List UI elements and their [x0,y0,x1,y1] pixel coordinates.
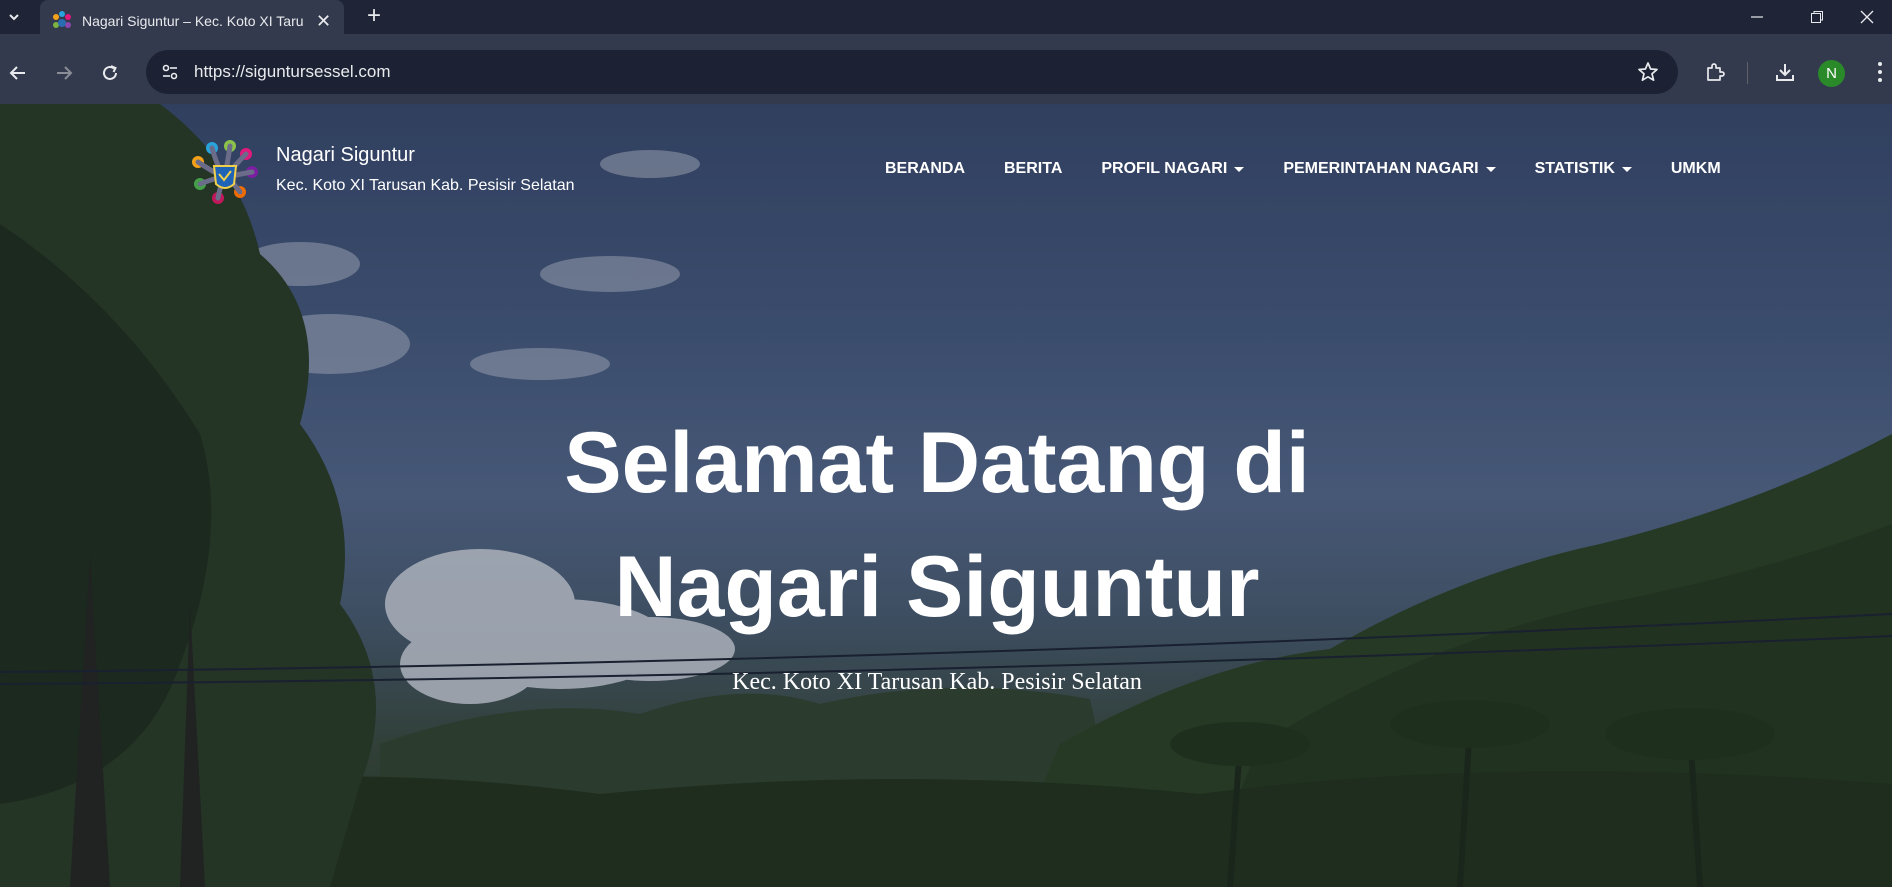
nav-profil-nagari-label: PROFIL NAGARI [1101,160,1228,177]
nav-berita[interactable]: BERITA [1004,160,1062,178]
tab-strip: Nagari Siguntur – Kec. Koto XI Tarusan K… [0,0,1892,42]
restore-icon[interactable] [1792,0,1842,34]
hero-heading: Selamat Datang di Nagari Siguntur [546,401,1328,649]
nav-statistik[interactable]: STATISTIK [1535,160,1632,178]
hero-subtitle: Kec. Koto XI Tarusan Kab. Pesisir Selata… [732,669,1142,695]
reload-icon[interactable] [94,57,126,89]
nav-pemerintahan-nagari[interactable]: PEMERINTAHAN NAGARI [1283,160,1496,178]
site-tagline: Kec. Koto XI Tarusan Kab. Pesisir Selata… [276,177,575,194]
nav-statistik-label: STATISTIK [1534,160,1615,177]
toolbar-divider [1747,62,1748,84]
site-logo-icon [192,140,258,204]
hero-heading-line2: Nagari Siguntur [614,539,1260,635]
nav-umkm[interactable]: UMKM [1671,160,1721,178]
main-navigation: BERANDA BERITA PROFIL NAGARI PEMERINTAHA… [885,160,1721,178]
address-bar[interactable]: https://siguntursessel.com [146,50,1678,94]
more-menu-icon[interactable] [1866,58,1892,86]
extensions-puzzle-icon[interactable] [1701,58,1729,86]
new-tab-button[interactable]: + [362,4,386,29]
close-window-icon[interactable] [1842,0,1892,34]
site-title[interactable]: Nagari Siguntur [276,144,415,167]
forward-arrow-icon[interactable] [48,57,80,89]
nav-berita-label: BERITA [1004,160,1063,177]
hero-section: Nagari Siguntur Kec. Koto XI Tarusan Kab… [0,104,1892,887]
back-arrow-icon[interactable] [2,57,34,89]
download-icon[interactable] [1771,58,1799,86]
site-brand[interactable]: Nagari Siguntur Kec. Koto XI Tarusan Kab… [188,130,588,210]
url-text[interactable]: https://siguntursessel.com [194,62,391,82]
minimize-icon[interactable] [1732,0,1782,34]
profile-avatar[interactable]: N [1818,60,1845,87]
nav-profil-nagari[interactable]: PROFIL NAGARI [1101,160,1245,178]
hero-heading-line1: Selamat Datang di [564,415,1310,511]
caret-down-icon [1485,166,1496,172]
bookmark-star-icon[interactable] [1636,60,1660,84]
site-info-icon[interactable] [158,60,182,84]
nav-pemerintahan-nagari-label: PEMERINTAHAN NAGARI [1283,160,1479,177]
nav-umkm-label: UMKM [1670,160,1721,177]
caret-down-icon [1234,166,1245,172]
tab-close-icon[interactable]: ✕ [316,12,331,30]
site-favicon-icon [53,11,71,28]
tab-title: Nagari Siguntur – Kec. Koto XI Tarusan K… [82,13,304,29]
nav-beranda-label: BERANDA [885,160,965,177]
tab-search-chevron-icon[interactable] [0,0,28,34]
caret-down-icon [1621,166,1632,172]
nav-beranda[interactable]: BERANDA [885,160,965,178]
